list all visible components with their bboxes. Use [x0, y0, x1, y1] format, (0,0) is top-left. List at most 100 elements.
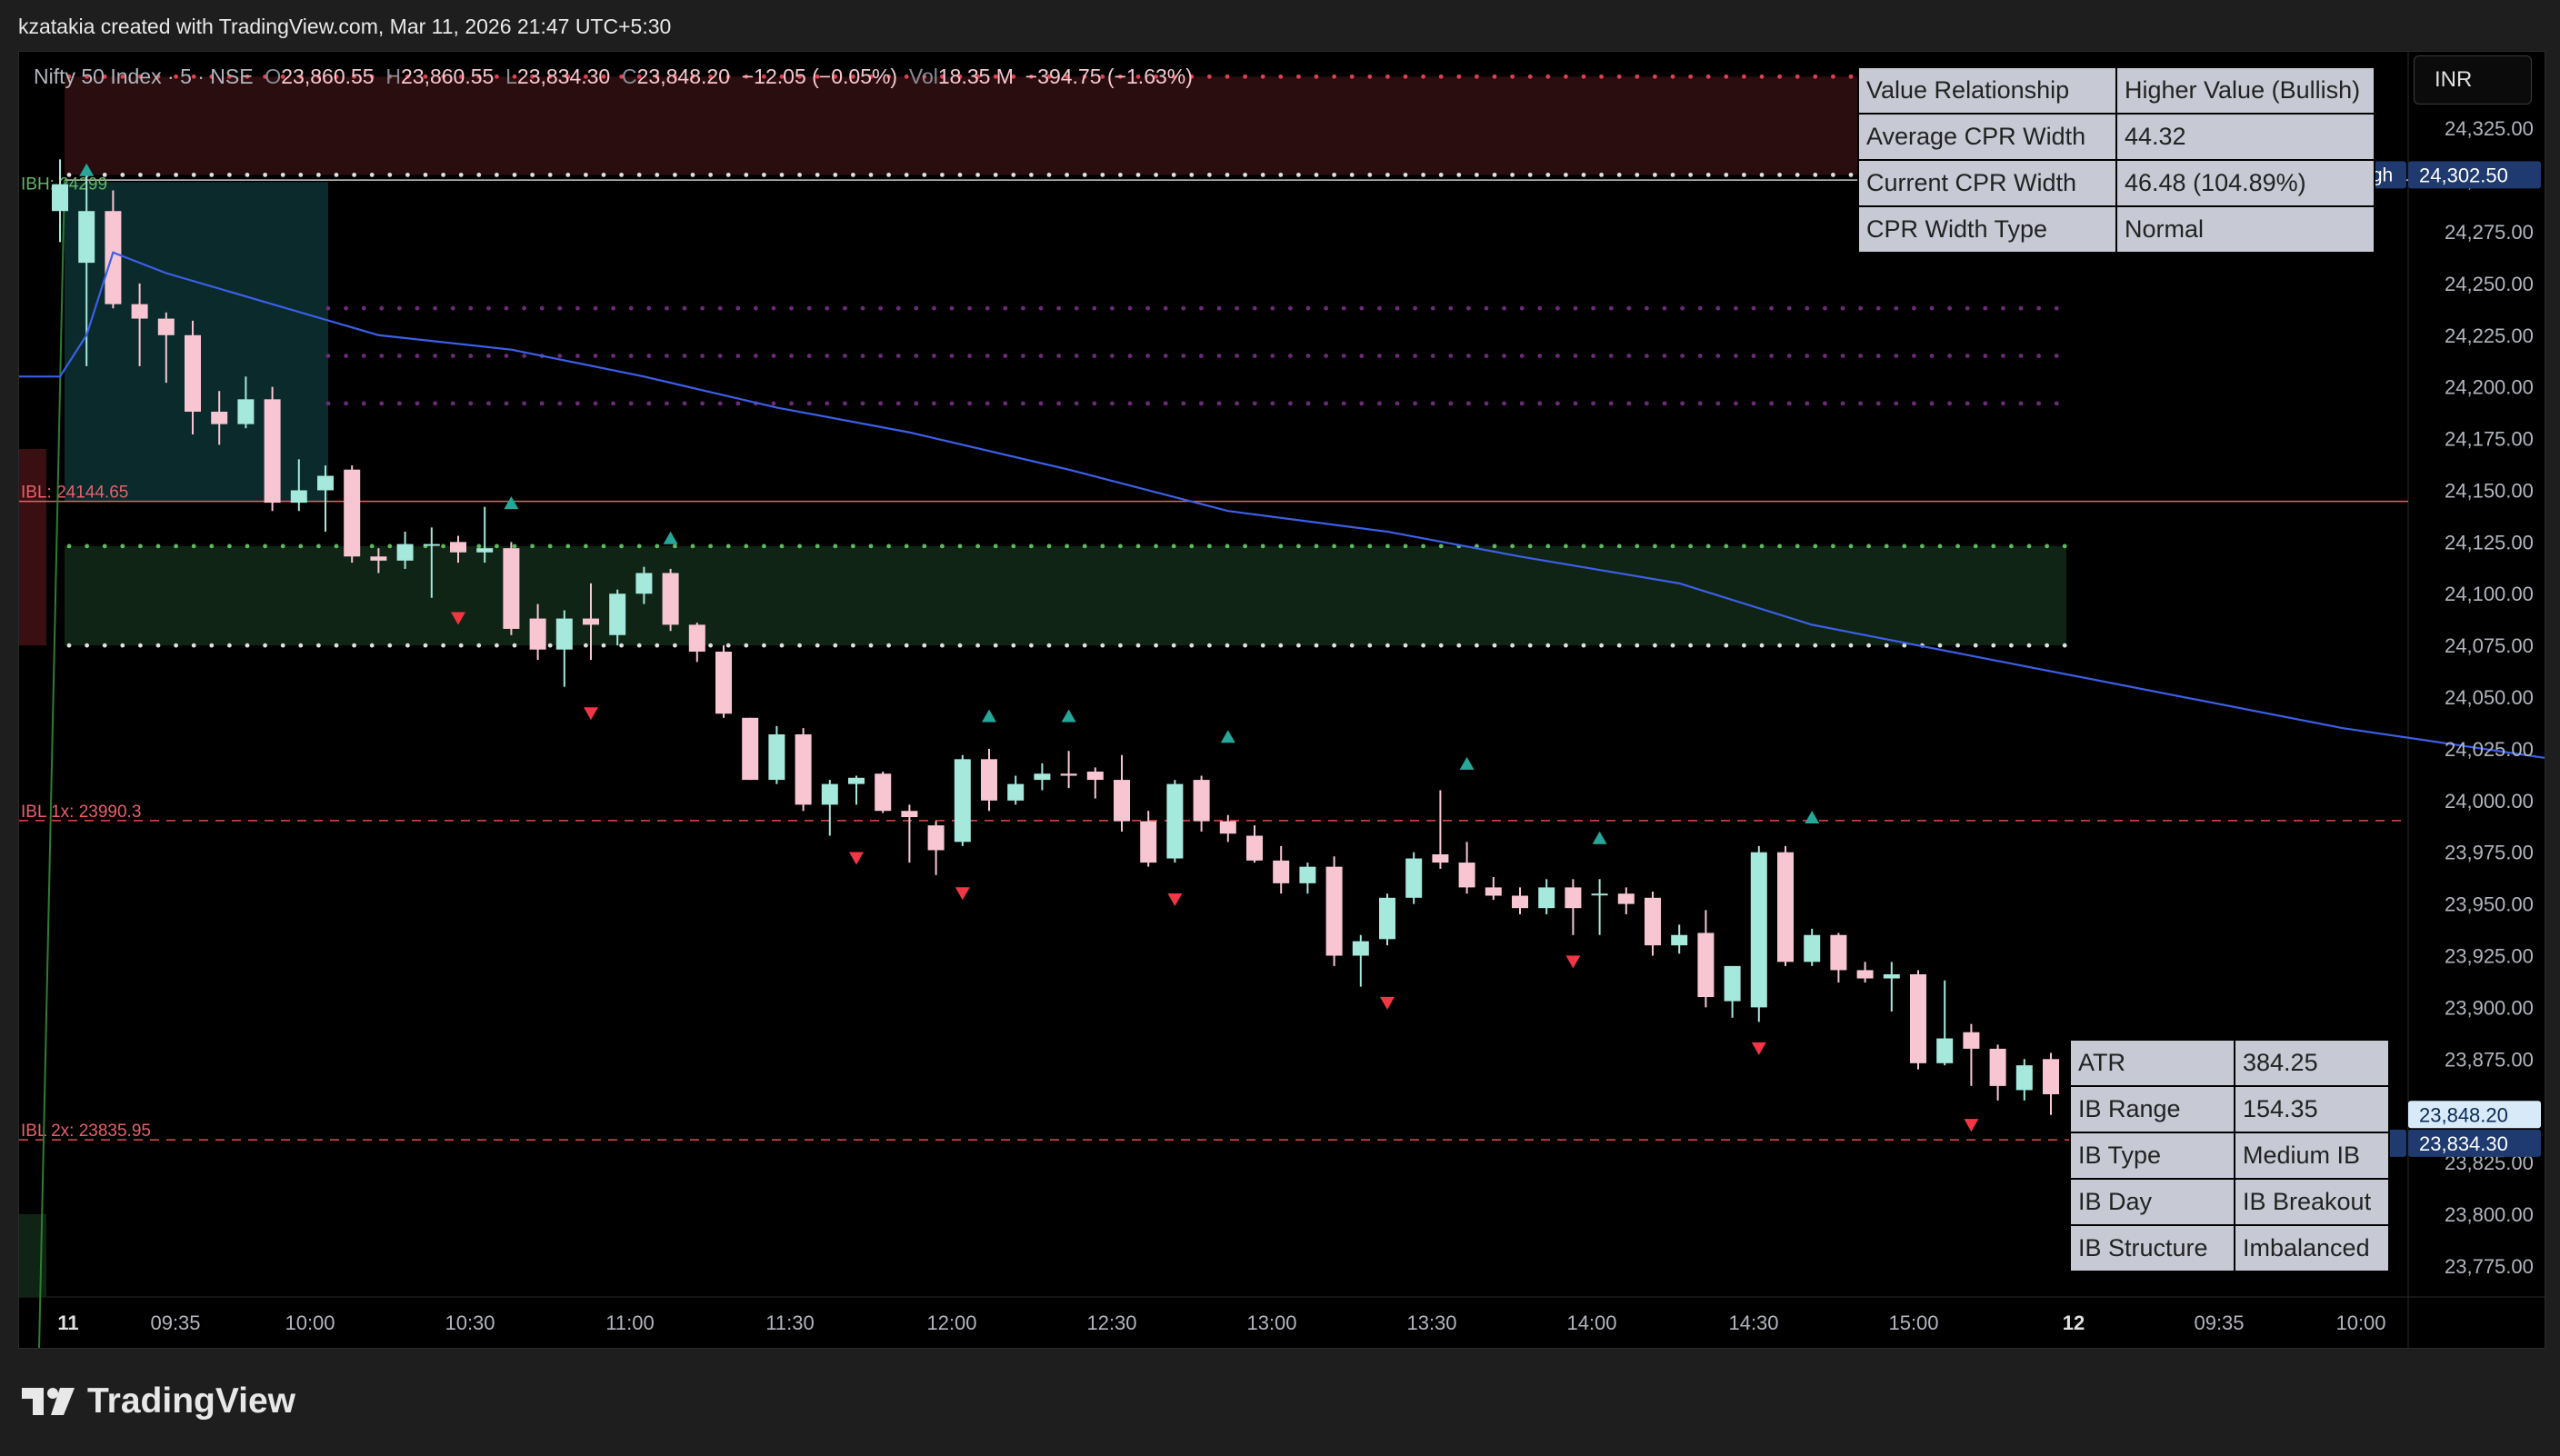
volume-change: −394.75 (−1.63%) — [1025, 65, 1193, 88]
cpr-info-value: Higher Value (Bullish) — [2115, 66, 2375, 115]
candle — [1246, 825, 1263, 863]
down-marker — [1964, 1119, 1979, 1132]
y-tick-label: 24,200.00 — [2445, 376, 2534, 399]
candle — [1777, 845, 1794, 966]
y-tick-label: 24,225.00 — [2445, 324, 2534, 347]
resistance-zone — [65, 76, 2078, 175]
high-price-tag: 24,302.50 — [2408, 161, 2541, 189]
cpr-info-label: Value Relationship — [1857, 66, 2117, 115]
up-marker — [663, 531, 678, 544]
candle — [1060, 751, 1077, 789]
high-label: H — [385, 65, 401, 88]
x-tick-label: 11 — [57, 1311, 78, 1334]
candle — [1671, 924, 1688, 954]
candle — [1086, 767, 1104, 799]
candle — [927, 821, 945, 875]
ema-line — [19, 251, 2545, 759]
x-tick-label: 12:30 — [1086, 1311, 1136, 1334]
candle — [1193, 775, 1210, 832]
x-tick-label: 10:30 — [445, 1311, 495, 1334]
brand-name: TradingView — [87, 1381, 296, 1421]
up-marker — [982, 709, 996, 723]
last-price-tag: 23,848.20 — [2408, 1101, 2541, 1129]
candle — [1565, 879, 1582, 935]
close-value: 23,848.20 — [636, 65, 730, 88]
ib-info-value: Medium IB — [2234, 1132, 2390, 1180]
low-value: 23,834.30 — [516, 65, 611, 88]
candle — [1325, 856, 1343, 966]
candle — [1804, 928, 1821, 966]
candle — [848, 775, 865, 805]
candle — [1114, 754, 1130, 832]
ib-info-label: IB Day — [2069, 1178, 2235, 1226]
candle — [2015, 1059, 2033, 1101]
currency-button[interactable]: INR — [2414, 55, 2532, 105]
ibl-2x-label: IBL 2x: 23835.95 — [21, 1122, 151, 1141]
y-tick-label: 24,000.00 — [2445, 790, 2534, 813]
y-tick-label: 24,275.00 — [2445, 221, 2534, 244]
svg-text:24,302.50: 24,302.50 — [2419, 164, 2508, 186]
candle — [1883, 962, 1900, 1012]
candle — [1910, 970, 1926, 1070]
cpr-info-row: Current CPR Width 46.48 (104.89%) — [1857, 159, 2375, 207]
close-label: C — [622, 65, 637, 88]
down-marker — [955, 887, 970, 901]
open-value: 23,860.55 — [281, 65, 375, 88]
up-marker — [1592, 831, 1607, 844]
ib-info-label: ATR — [2069, 1039, 2235, 1087]
pivot-dots-0 — [325, 305, 2059, 311]
ib-info-row: IB Type Medium IB — [2069, 1132, 2390, 1180]
candle — [1219, 814, 1236, 843]
x-tick-label: 10:00 — [285, 1311, 335, 1334]
candle — [1273, 845, 1290, 894]
y-tick-label: 24,150.00 — [2445, 479, 2534, 502]
candle — [1750, 845, 1767, 1022]
y-tick-label: 24,050.00 — [2445, 686, 2534, 709]
pivot-dots-1 — [325, 354, 2059, 358]
candle — [264, 386, 281, 512]
candle — [1140, 811, 1157, 867]
candle — [2043, 1052, 2059, 1115]
candle — [768, 725, 785, 784]
cpr-info-label: Average CPR Width — [1857, 113, 2117, 161]
ib-info-value: IB Breakout — [2234, 1178, 2390, 1226]
candle — [1166, 780, 1184, 863]
left-zone — [19, 448, 46, 646]
symbol-label[interactable]: Nifty 50 Index · 5 · NSE — [34, 65, 254, 88]
down-marker — [1380, 996, 1395, 1010]
y-tick-label: 24,250.00 — [2445, 273, 2534, 295]
y-tick-label: 23,900.00 — [2445, 996, 2534, 1019]
y-tick-label: 24,125.00 — [2445, 531, 2534, 553]
change-value: −12.05 (−0.05%) — [741, 65, 898, 88]
x-tick-label: 12 — [2063, 1311, 2085, 1334]
candle — [1617, 887, 1635, 914]
candle — [1830, 932, 1847, 983]
down-marker — [1565, 955, 1581, 969]
svg-text:23,834.30: 23,834.30 — [2419, 1132, 2508, 1155]
candle — [1963, 1023, 1980, 1086]
left-trend-line — [38, 180, 65, 1348]
tradingview-logo[interactable]: TradingView — [20, 1381, 295, 1421]
cpr-zone — [65, 545, 2066, 646]
low-label: L — [505, 65, 517, 88]
volume-value: 18.35 M — [937, 65, 1014, 88]
candle — [1458, 842, 1475, 894]
ib-info-label: IB Range — [2069, 1085, 2235, 1133]
attribution-header: kzatakia created with TradingView.com, M… — [18, 15, 672, 38]
candle — [954, 754, 971, 846]
ib-info-label: IB Type — [2069, 1132, 2235, 1180]
y-tick-label: 23,775.00 — [2445, 1255, 2534, 1278]
ib-info-label: IB Structure — [2069, 1224, 2235, 1272]
candle — [1034, 763, 1051, 791]
y-tick-label: 24,325.00 — [2445, 117, 2534, 140]
y-tick-label: 23,800.00 — [2445, 1203, 2534, 1226]
cpr-info-row: Average CPR Width 44.32 — [1857, 113, 2375, 161]
y-tick-label: 23,975.00 — [2445, 842, 2534, 864]
candle — [344, 465, 361, 563]
candle — [981, 748, 997, 812]
ibl-1x-label: IBL 1x: 23990.3 — [21, 803, 141, 822]
up-marker — [504, 496, 519, 510]
chart-pane[interactable]: IBH: 24299 IBL: 24144.65 IBL 1x: 23990.3 IB… — [18, 51, 2545, 1349]
down-marker — [1751, 1042, 1766, 1055]
candle — [688, 623, 705, 663]
